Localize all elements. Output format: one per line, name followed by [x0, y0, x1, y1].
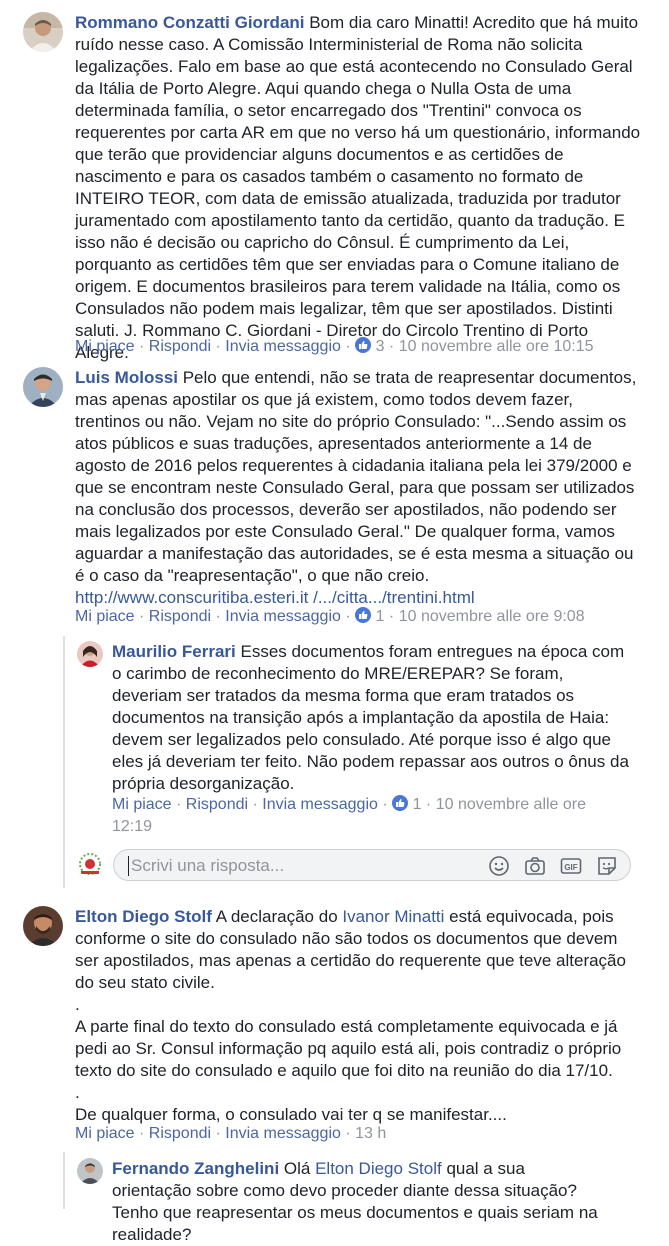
camera-icon[interactable] — [524, 855, 546, 877]
comment-actions: Mi piace · Rispondi · Invia messaggio · … — [75, 1124, 386, 1144]
thumbs-up-icon[interactable] — [355, 337, 372, 353]
smiley-icon[interactable] — [488, 855, 510, 877]
like-link[interactable]: Mi piace — [75, 338, 135, 355]
comment-text: Maurilio Ferrari Esses documentos foram … — [112, 641, 632, 795]
timestamp[interactable]: 13 h — [355, 1125, 386, 1142]
separator: · — [211, 1125, 226, 1142]
reply-thread-line — [63, 1152, 65, 1209]
timestamp[interactable]: 10 novembre alle ore 9:08 — [399, 608, 585, 625]
comment-author[interactable]: Rommano Conzatti Giordani — [75, 13, 305, 32]
svg-text:GIF: GIF — [564, 863, 577, 872]
separator: · — [211, 338, 226, 355]
comment-paragraph: A parte final do texto do consulado está… — [75, 1017, 622, 1080]
comment-body: Esses documentos foram entregues na époc… — [112, 642, 629, 793]
current-user-avatar — [77, 851, 103, 877]
comment-actions: Mi piace · Rispondi · Invia messaggio · … — [75, 607, 585, 627]
external-link[interactable]: http://www.conscuritiba.esteri.it /.../c… — [75, 588, 475, 607]
comment-paragraph: De qualquer forma, o consulado vai ter q… — [75, 1105, 507, 1124]
separator: · — [377, 796, 393, 813]
separator: · — [248, 796, 263, 813]
reply-thread-line — [63, 636, 65, 888]
comment-paragraph: Elton Diego Stolf A declaração do Ivanor… — [75, 906, 641, 994]
separator: · — [421, 796, 436, 813]
reply-link[interactable]: Rispondi — [149, 608, 211, 625]
send-message-link[interactable]: Invia messaggio — [225, 1125, 341, 1142]
comment-text: Rommano Conzatti Giordani Bom dia caro M… — [75, 12, 641, 364]
separator: · — [134, 608, 149, 625]
send-message-link[interactable]: Invia messaggio — [225, 608, 341, 625]
mention-link[interactable]: Elton Diego Stolf — [315, 1159, 442, 1178]
avatar[interactable] — [23, 367, 63, 407]
separator: · — [340, 1125, 356, 1142]
comment-actions: Mi piace · Rispondi · Invia messaggio · … — [75, 337, 594, 357]
reply-box[interactable]: Scrivi una risposta... GIF — [113, 849, 631, 881]
separator: · — [171, 796, 186, 813]
comment-paragraph: . — [75, 995, 80, 1014]
separator: · — [384, 608, 399, 625]
comment-body: Pelo que entendi, não se trata de reapre… — [75, 368, 637, 585]
separator: · — [340, 338, 356, 355]
comment-author[interactable]: Luis Molossi — [75, 368, 178, 387]
separator: · — [134, 338, 149, 355]
like-link[interactable]: Mi piace — [75, 608, 135, 625]
avatar[interactable] — [23, 12, 63, 52]
separator: · — [384, 338, 399, 355]
like-link[interactable]: Mi piace — [75, 1125, 135, 1142]
send-message-link[interactable]: Invia messaggio — [225, 338, 341, 355]
avatar[interactable] — [77, 1158, 103, 1184]
comment-text: Fernando Zanghelini Olá Elton Diego Stol… — [112, 1158, 602, 1246]
gif-icon[interactable]: GIF — [560, 855, 582, 877]
avatar[interactable] — [77, 641, 103, 667]
sticker-icon[interactable] — [596, 855, 618, 877]
reply-toolbar: GIF — [488, 855, 618, 877]
thumbs-up-icon[interactable] — [355, 607, 372, 623]
mention-link[interactable]: Ivanor Minatti — [342, 907, 444, 926]
reply-input[interactable]: Scrivi una risposta... — [128, 856, 284, 876]
separator: · — [211, 608, 226, 625]
separator: · — [340, 608, 356, 625]
comment-body: Olá — [279, 1159, 316, 1178]
comment-author[interactable]: Elton Diego Stolf — [75, 907, 212, 926]
avatar[interactable] — [23, 906, 63, 946]
comment-paragraph: . — [75, 1083, 80, 1102]
separator: · — [134, 1125, 149, 1142]
reply-link[interactable]: Rispondi — [186, 796, 248, 813]
comment-author[interactable]: Fernando Zanghelini — [112, 1159, 279, 1178]
thumbs-up-icon[interactable] — [392, 795, 409, 811]
comment-text: Elton Diego Stolf A declaração do Ivanor… — [75, 906, 641, 1126]
reply-link[interactable]: Rispondi — [149, 338, 211, 355]
comment-body: A declaração do — [211, 907, 343, 926]
like-link[interactable]: Mi piace — [112, 796, 172, 813]
comment-text: Luis Molossi Pelo que entendi, não se tr… — [75, 367, 641, 609]
comment-actions: Mi piace · Rispondi · Invia messaggio · … — [112, 794, 612, 838]
timestamp[interactable]: 10 novembre alle ore 10:15 — [399, 338, 594, 355]
comment-body: Bom dia caro Minatti! Acredito que há mu… — [75, 13, 641, 362]
reply-link[interactable]: Rispondi — [149, 1125, 211, 1142]
comment-author[interactable]: Maurilio Ferrari — [112, 642, 236, 661]
send-message-link[interactable]: Invia messaggio — [262, 796, 378, 813]
